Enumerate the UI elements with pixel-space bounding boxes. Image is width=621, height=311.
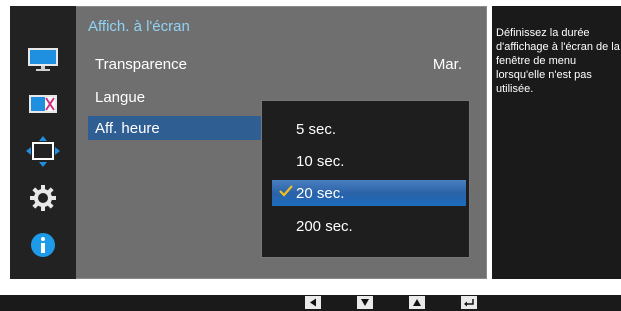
- down-arrow-key-icon: [361, 299, 369, 306]
- menu-item-label: Aff. heure: [95, 119, 160, 137]
- option-20-sec[interactable]: 20 sec.: [272, 180, 466, 206]
- picture-icon: [28, 48, 58, 71]
- up-arrow-key[interactable]: [409, 296, 425, 309]
- color-icon: [29, 95, 57, 113]
- sidebar: [10, 6, 76, 279]
- option-label: 200 sec.: [296, 217, 353, 235]
- left-arrow-key-icon: [310, 298, 316, 307]
- menu-item-transparence[interactable]: Transparence Mar.: [88, 52, 468, 76]
- information-icon: [31, 233, 55, 257]
- display-time-dropdown: 5 sec. 10 sec. 20 sec. 200 sec.: [261, 100, 470, 258]
- enter-key-icon: [464, 298, 474, 306]
- sidebar-item-picture[interactable]: [10, 39, 76, 79]
- menu-item-value: Mar.: [432, 55, 462, 73]
- left-arrow-key[interactable]: [305, 296, 321, 309]
- size-position-icon: [26, 136, 60, 167]
- help-text: Définissez la durée d'affichage à l'écra…: [492, 6, 621, 279]
- sidebar-item-color[interactable]: [10, 85, 76, 125]
- menu-item-label: Transparence: [95, 55, 187, 73]
- option-label: 20 sec.: [296, 184, 345, 202]
- setup-icon: [30, 185, 56, 211]
- sidebar-item-size-position[interactable]: [10, 132, 76, 172]
- down-arrow-key[interactable]: [357, 296, 373, 309]
- checkmark-icon: [279, 185, 293, 197]
- up-arrow-key-icon: [413, 299, 421, 306]
- option-label: 10 sec.: [296, 152, 345, 170]
- option-10-sec[interactable]: 10 sec.: [272, 148, 466, 174]
- enter-key[interactable]: [461, 296, 477, 309]
- menu-item-label: Langue: [95, 88, 146, 106]
- option-200-sec[interactable]: 200 sec.: [272, 213, 466, 239]
- option-5-sec[interactable]: 5 sec.: [272, 116, 466, 142]
- sidebar-item-information[interactable]: [10, 225, 76, 265]
- option-label: 5 sec.: [296, 120, 337, 138]
- sidebar-item-setup[interactable]: [10, 178, 76, 218]
- menu-title: Affich. à l'écran: [88, 18, 190, 35]
